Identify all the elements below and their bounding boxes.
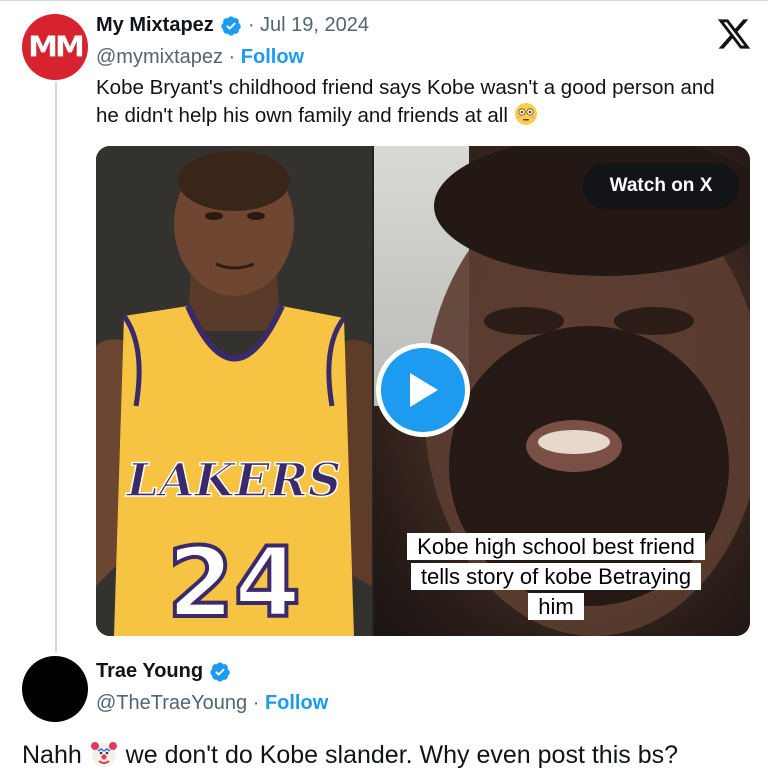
author-handle[interactable]: @mymixtapez [96, 46, 223, 68]
verified-badge-icon [210, 661, 230, 682]
author-name[interactable]: My Mixtapez [96, 14, 214, 37]
reply-text: Nahh we don't do Kobe slander. Why even … [22, 738, 762, 772]
x-logo-icon[interactable] [716, 16, 752, 52]
author-handle-row: @mymixtapez · Follow [96, 46, 304, 69]
kobe-photo-image: LAKERS 24 [96, 146, 372, 636]
post-text: Kobe Bryant's childhood friend says Kobe… [96, 74, 736, 130]
top-divider [0, 0, 768, 1]
video-caption: Kobe high school best friend tells story… [384, 532, 728, 622]
caption-line-1: Kobe high school best friend [407, 533, 705, 560]
reply-follow-button[interactable]: Follow [265, 692, 328, 714]
reply-handle-row: @TheTraeYoung · Follow [96, 692, 328, 715]
author-avatar[interactable]: MM [22, 14, 88, 80]
follow-button[interactable]: Follow [241, 46, 304, 68]
handle-separator: · [247, 692, 265, 714]
jersey-number-text: 24 [167, 527, 301, 636]
verified-badge-icon [221, 15, 241, 36]
thread-connector-line [55, 82, 57, 652]
reply-author-name-row: Trae Young [96, 660, 231, 683]
jersey-team-text: LAKERS [125, 453, 342, 507]
author-name-row: My Mixtapez · Jul 19, 2024 [96, 14, 369, 37]
video-media-card[interactable]: LAKERS 24 Watch on X Kobe high school be… [96, 146, 750, 636]
caption-line-2: tells story of kobe Betraying [410, 563, 702, 590]
kobe-photo-illustration: LAKERS 24 [96, 146, 372, 636]
reply-author-name[interactable]: Trae Young [96, 660, 203, 683]
play-icon [410, 373, 438, 407]
handle-separator: · [223, 46, 241, 68]
play-button[interactable] [376, 343, 470, 437]
avatar-logo-text: MM [28, 30, 85, 64]
reply-author-avatar[interactable] [22, 656, 88, 722]
post-date[interactable]: · Jul 19, 2024 [248, 14, 369, 37]
flushed-face-emoji-icon [514, 103, 537, 125]
reply-text-before: Nahh [22, 741, 82, 769]
reply-author-handle[interactable]: @TheTraeYoung [96, 692, 247, 714]
watch-on-x-button[interactable]: Watch on X [583, 163, 739, 209]
post-text-body: Kobe Bryant's childhood friend says Kobe… [96, 76, 715, 127]
reply-text-after: we don't do Kobe slander. Why even post … [118, 741, 678, 769]
caption-line-3: him [528, 593, 584, 620]
clown-face-emoji-icon [90, 742, 117, 767]
